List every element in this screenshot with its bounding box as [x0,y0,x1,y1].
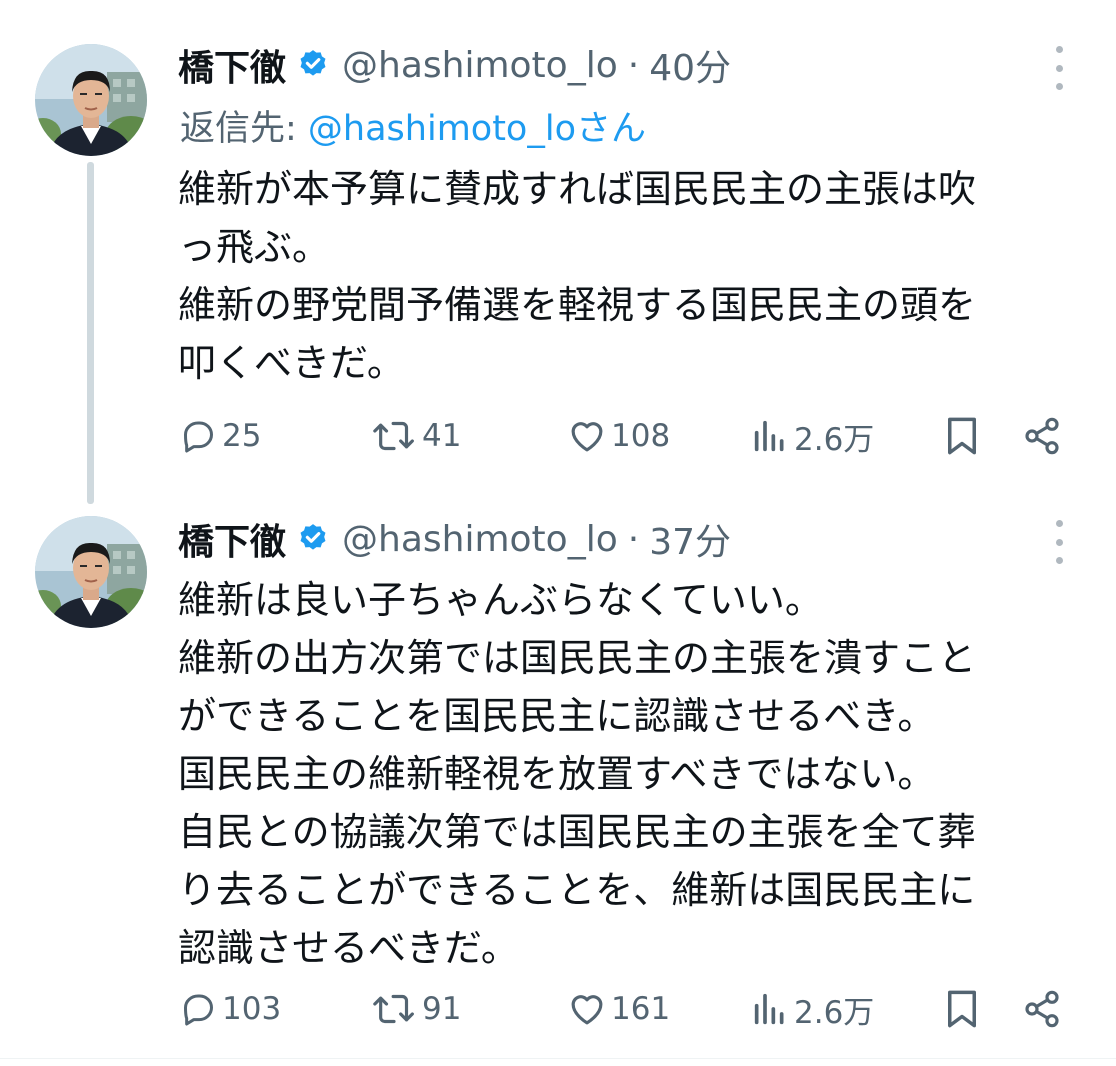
verified-badge-icon [296,522,330,556]
reply-icon [184,994,213,1026]
views-chart-icon [754,420,784,452]
heart-icon [571,422,603,452]
separator-dot: · [627,44,640,86]
tweet-text-line: 維新の野党間予備選を軽視する国民民主の頭を [178,283,977,327]
tweet-text-line: 維新の出方次第では国民民主の主張を潰すこと [178,636,977,680]
views-button[interactable]: 2.6万 [750,411,874,461]
reply-to-user-link[interactable]: @hashimoto_loさん [308,109,646,149]
tweet-divider [0,1058,1116,1059]
tweet-actions: 103 91 161 2.6万 [0,984,1116,1034]
retweet-icon [373,421,414,451]
views-chart-icon [754,993,784,1025]
retweet-button[interactable]: 41 [370,411,461,461]
tweet-timestamp[interactable]: 37分 [649,513,731,565]
tweet-actions: 25 41 108 2.6万 [0,411,1116,461]
tweet-text: 維新は良い子ちゃんぶらなくていい。 維新の出方次第では国民民主の主張を潰すこと … [178,571,1078,977]
like-button[interactable]: 108 [567,411,670,461]
tweet-timestamp[interactable]: 40分 [649,39,731,91]
bookmark-button[interactable] [944,411,980,461]
tweet-header: 橋下徹 @hashimoto_lo · 40分 [178,39,731,91]
more-options-icon[interactable] [1044,46,1074,90]
reply-count: 25 [222,418,262,454]
tweet-text-line: 国民民主の維新軽視を放置すべきではない。 [178,752,936,796]
reply-button[interactable]: 25 [178,411,261,461]
tweet-text-line: 認識させるべきだ。 [178,926,519,970]
views-button[interactable]: 2.6万 [750,984,874,1034]
bookmark-icon [948,417,976,455]
tweet-text-line: ができることを国民民主に認識させるべき。 [178,694,936,738]
view-count: 2.6万 [794,994,875,1031]
tweet-text-line: っ飛ぶ。 [178,225,331,269]
bookmark-button[interactable] [944,984,980,1034]
more-options-icon[interactable] [1044,520,1074,564]
like-count: 108 [611,418,671,454]
view-count: 2.6万 [794,421,875,458]
author-handle[interactable]: @hashimoto_lo [342,519,618,560]
tweet-text-line: 維新が本予算に賛成すれば国民民主の主張は吹 [178,167,977,211]
tweet-text-line: 叩くべきだ。 [178,341,405,385]
author-name[interactable]: 橋下徹 [178,513,286,565]
heart-icon [571,995,603,1025]
tweet-header: 橋下徹 @hashimoto_lo · 37分 [178,513,731,565]
reply-count: 103 [222,991,282,1027]
share-icon [1025,417,1059,455]
reply-to-line: 返信先: @hashimoto_loさん [180,100,646,151]
like-count: 161 [611,991,671,1027]
share-button[interactable] [1022,984,1062,1034]
reply-button[interactable]: 103 [178,984,281,1034]
author-handle[interactable]: @hashimoto_lo [342,45,618,86]
avatar[interactable] [35,516,147,628]
tweet-text-line: り去ることができることを、維新は国民民主に [178,868,976,912]
retweet-icon [373,994,414,1024]
reply-icon [184,421,213,453]
share-button[interactable] [1022,411,1062,461]
bookmark-icon [948,990,976,1028]
avatar[interactable] [35,44,147,156]
tweet-text-line: 自民との協議次第では国民民主の主張を全て葬 [178,810,976,854]
retweet-count: 41 [422,418,462,454]
retweet-button[interactable]: 91 [370,984,461,1034]
tweet-text: 維新が本予算に賛成すれば国民民主の主張は吹 っ飛ぶ。 維新の野党間予備選を軽視す… [178,160,1078,392]
retweet-count: 91 [422,991,462,1027]
like-button[interactable]: 161 [567,984,670,1034]
verified-badge-icon [296,48,330,82]
reply-to-prefix: 返信先: [180,109,308,149]
share-icon [1025,990,1059,1028]
author-name[interactable]: 橋下徹 [178,39,286,91]
tweet-text-line: 維新は良い子ちゃんぶらなくていい。 [178,578,823,622]
separator-dot: · [627,518,640,560]
